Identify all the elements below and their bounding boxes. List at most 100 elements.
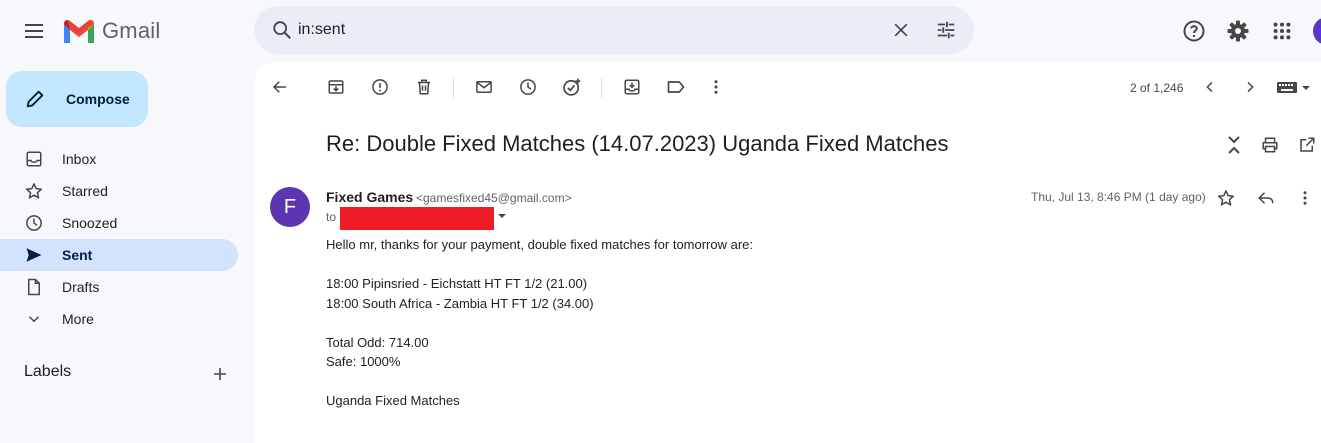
show-details-button[interactable] [495,209,509,223]
search-input[interactable] [298,18,858,42]
star-icon [24,181,44,201]
more-vert-icon [1303,191,1307,205]
archive-button[interactable] [318,73,354,101]
open-in-new-icon [1300,137,1315,152]
labels-heading: Labels [24,363,72,380]
toolbar-divider [453,78,454,98]
help-icon [1183,20,1205,42]
inbox-icon [24,149,44,169]
trash-icon [418,79,430,95]
archive-icon [328,80,344,94]
move-to-button[interactable] [614,73,650,101]
chevron-down-icon [24,309,44,329]
gear-icon [1227,20,1249,42]
arrow-back-icon [272,81,286,93]
app-name: Gmail [102,18,161,43]
message-more-button[interactable] [1293,184,1317,212]
report-icon [372,79,388,95]
sidebar-item-label: Snoozed [62,215,118,231]
sidebar-item-label: Starred [62,183,108,199]
search-bar[interactable] [254,6,974,54]
clock-icon [24,213,44,233]
email-subject: Re: Double Fixed Matches (14.07.2023) Ug… [326,131,949,156]
sidebar-item-snoozed[interactable]: Snoozed [0,207,238,239]
apps-button[interactable] [1262,11,1302,51]
send-icon [24,245,44,265]
toolbar-divider [601,78,602,98]
sidebar-item-label: Drafts [62,279,100,295]
email-body-match-1: 18:00 Pipinsried - Eichstatt HT FT 1/2 (… [326,276,588,291]
tune-icon [937,21,955,39]
search-icon [273,21,291,39]
email-body-greeting: Hello mr, thanks for your payment, doubl… [326,237,754,252]
email-body-match-2: 18:00 South Africa - Zambia HT FT 1/2 (3… [326,296,594,311]
open-new-window-button[interactable] [1293,133,1321,157]
delete-button[interactable] [406,73,442,101]
more-options-button[interactable] [698,73,734,101]
settings-button[interactable] [1218,11,1258,51]
search-options-button[interactable] [926,10,966,50]
sender-email: <gamesfixed45@gmail.com> [416,191,572,205]
sidebar-item-label: Inbox [62,151,97,167]
email-body-signature: Uganda Fixed Matches [326,393,460,408]
sidebar-item-label: Sent [62,247,93,263]
mail-icon [476,81,492,93]
pagination-count: 2 of 1,246 [1130,81,1184,95]
newer-button[interactable] [1192,73,1228,101]
main-menu-button[interactable] [14,11,54,51]
search-button[interactable] [262,10,302,50]
plus-icon [214,368,226,380]
input-tools-button[interactable] [1274,73,1318,101]
label-icon [667,81,685,93]
add-task-icon [563,78,581,96]
sidebar-item-sent[interactable]: Sent [0,239,238,271]
close-icon [894,23,908,37]
sidebar-item-drafts[interactable]: Drafts [0,271,238,303]
chevron-right-icon [1247,81,1254,93]
move-to-inbox-icon [624,79,640,95]
gmail-m-icon [64,20,94,43]
sidebar-item-inbox[interactable]: Inbox [0,143,238,175]
more-vert-icon [714,80,718,94]
older-button[interactable] [1232,73,1268,101]
sidebar-item-starred[interactable]: Starred [0,175,238,207]
add-to-tasks-button[interactable] [554,73,590,101]
mark-unread-button[interactable] [466,73,502,101]
email-date: Thu, Jul 13, 8:46 PM (1 day ago) [1031,190,1206,204]
keyboard-icon [1277,82,1310,93]
email-body-safe: Safe: 1000% [326,354,401,369]
email-view-panel [255,63,1321,443]
create-label-button[interactable] [206,360,234,388]
gmail-logo[interactable]: Gmail [62,16,160,46]
back-button[interactable] [262,73,298,101]
caret-down-icon [498,214,506,218]
report-spam-button[interactable] [362,73,398,101]
hamburger-icon [25,24,43,38]
star-icon [1217,190,1235,206]
help-button[interactable] [1174,11,1214,51]
print-icon [1262,137,1278,153]
sender-avatar[interactable]: F [270,187,310,227]
sender-name[interactable]: Fixed Games [326,189,413,205]
pencil-icon [26,90,44,108]
unfold-less-icon [1228,136,1240,154]
clear-search-button[interactable] [881,10,921,50]
reply-button[interactable] [1252,184,1280,212]
redacted-recipient [340,207,494,230]
apps-grid-icon [1273,22,1291,40]
collapse-all-button[interactable] [1220,133,1248,157]
reply-icon [1258,192,1274,204]
snooze-button[interactable] [510,73,546,101]
sidebar-item-label: More [62,311,94,327]
star-button[interactable] [1212,184,1240,212]
print-button[interactable] [1256,133,1284,157]
recipient-label: to [326,210,337,224]
chevron-left-icon [1206,81,1213,93]
account-avatar[interactable] [1313,17,1321,45]
clock-icon [520,79,536,95]
compose-label: Compose [66,91,130,107]
compose-button[interactable]: Compose [6,71,148,127]
labels-button[interactable] [658,73,694,101]
draft-icon [24,277,44,297]
sidebar-item-more[interactable]: More [0,303,238,335]
